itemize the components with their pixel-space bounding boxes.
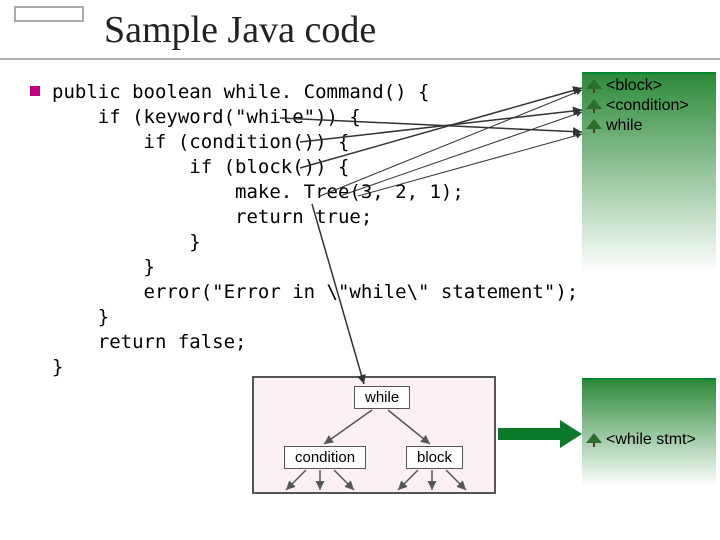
stack-item: <while stmt> [586,431,712,449]
code-line: make. Tree(3, 2, 1); [52,181,464,203]
result-box: <while stmt> [582,378,716,486]
code-line: return true; [52,206,372,228]
result-arrow [498,420,582,448]
stack-item: while [586,117,712,135]
stack-item: <block> [586,77,712,95]
tree-icon [586,433,602,447]
code-line: return false; [52,331,246,353]
title-underline [0,58,720,60]
stack-box: <block> <condition> while [582,72,716,272]
code-line: } [52,256,155,278]
code-line: public boolean while. Command() { [52,81,430,103]
code-line: error("Error in \"while\" statement"); [52,281,578,303]
stack-label: while [606,117,642,135]
tree-icon [586,99,602,113]
stack-item: <condition> [586,97,712,115]
code-line: if (keyword("while")) { [52,106,361,128]
stack-label: <block> [606,77,662,95]
code-line: } [52,306,109,328]
tree-diagram: while condition block [252,376,496,494]
header-decoration [14,6,84,22]
code-line: } [52,231,201,253]
code-block: public boolean while. Command() { if (ke… [52,80,532,380]
code-line: if (condition()) { [52,131,349,153]
slide-title: Sample Java code [104,8,376,52]
code-line: if (block()) { [52,156,349,178]
bullet-icon [30,86,40,96]
result-label: <while stmt> [606,431,696,449]
slide: Sample Java code public boolean while. C… [0,0,720,540]
stack-label: <condition> [606,97,689,115]
tree-icon [586,79,602,93]
tree-icon [586,119,602,133]
tree-edges [254,378,498,496]
code-line: } [52,356,63,378]
